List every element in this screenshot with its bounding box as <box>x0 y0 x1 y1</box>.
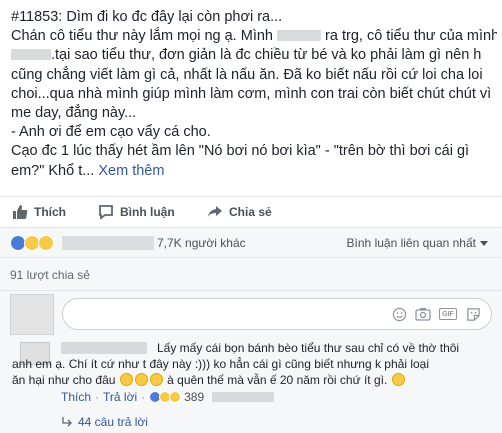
post-action-bar: Thích Bình luận Chia sẻ <box>0 196 502 228</box>
comment-line-3: ăn hại như cho đâu à quên thế mà vẫn ế 2… <box>12 372 492 388</box>
post-line-3: .tại sao tiểu thư, đơn giản là đc chiều … <box>11 46 497 65</box>
avatar <box>10 294 54 335</box>
laughing-emoji-icon <box>149 373 163 386</box>
comment-order-dropdown[interactable]: Bình luận liên quan nhất <box>347 236 488 250</box>
replies-count: 44 câu trả lời <box>78 415 148 429</box>
post-line-4: cũng chẳng viết làm gì cả, nhất là nấu ă… <box>11 66 483 83</box>
see-more-link[interactable]: Xem thêm <box>98 163 164 179</box>
thumbs-up-icon <box>13 205 28 219</box>
post-body: #11853: Dìm đi ko đc đây lại còn phơi ra… <box>11 8 497 181</box>
comment-meta: Thích · Trả lời · 389 <box>61 390 275 404</box>
blurred-reactor-names <box>62 236 154 250</box>
comment-reply-button[interactable]: Trả lời <box>103 390 137 404</box>
caret-down-icon <box>480 241 488 246</box>
share-arrow-icon <box>208 206 222 217</box>
laughing-emoji-icon <box>134 373 148 386</box>
post-line-9: em?" Khổ t... Xem thêm <box>11 162 165 179</box>
sticker-icon[interactable] <box>465 306 481 322</box>
comment-order-label: Bình luận liên quan nhất <box>346 236 476 250</box>
comment-composer: GIF <box>0 291 502 337</box>
shares-bar: 91 lượt chia sẻ <box>0 258 502 291</box>
replies-bar: 44 câu trả lời <box>0 411 502 433</box>
share-count[interactable]: 91 lượt chia sẻ <box>10 268 90 282</box>
comment-line-2: anh em ạ. Chí ít cứ như t đây này :))) k… <box>12 357 429 371</box>
comment-text: Lấy mấy cái bọn bánh bèo tiểu thư sau ch… <box>12 340 492 388</box>
reaction-count[interactable]: 7,7K người khác <box>157 236 246 250</box>
comment-button[interactable]: Bình luận <box>98 197 175 227</box>
post-line-5: choi...qua nhà mình giúp mình làm cơm, m… <box>11 85 492 102</box>
composer-icons: GIF <box>391 306 481 322</box>
comment-bubble-icon <box>99 205 113 220</box>
like-label: Thích <box>34 205 66 219</box>
like-button[interactable]: Thích <box>12 197 66 227</box>
reply-arrow-icon <box>62 417 72 427</box>
post-line-7: - Anh ơi để em cạo vẩy cá cho. <box>11 124 211 141</box>
gif-icon[interactable]: GIF <box>439 308 457 320</box>
post-line-6: me day, đẳng này... <box>11 104 137 121</box>
comment-input[interactable]: GIF <box>62 298 492 330</box>
reactions-bar: 7,7K người khác Bình luận liên quan nhất <box>0 228 502 258</box>
post-line-1: #11853: Dìm đi ko đc đây lại còn phơi ra… <box>11 9 283 25</box>
comment-line-1: Lấy mấy cái bọn bánh bèo tiểu thư sau ch… <box>157 341 460 355</box>
comment-like-button[interactable]: Thích <box>61 390 91 404</box>
post-line-2: Chán cô tiểu thư này lắm mọi ng ạ. Mình … <box>11 28 497 45</box>
share-button[interactable]: Chia sẻ <box>207 197 272 227</box>
wow-reaction-icon[interactable] <box>38 235 54 251</box>
sad-reaction-icon <box>169 391 182 403</box>
camera-icon[interactable] <box>415 306 431 322</box>
laughing-emoji-icon <box>119 373 133 386</box>
laughing-emoji-icon <box>391 373 405 386</box>
comment-reaction-count[interactable]: 389 <box>184 390 204 404</box>
blurred-text <box>11 49 51 61</box>
blurred-timestamp <box>212 392 275 402</box>
post-line-8: Cạo đc 1 lúc thấy hét ầm lên "Nó bơi nó … <box>11 143 470 160</box>
view-replies-link[interactable]: 44 câu trả lời <box>62 415 148 429</box>
comment-label: Bình luận <box>120 205 175 219</box>
comment-item: Lấy mấy cái bọn bánh bèo tiểu thư sau ch… <box>0 337 502 411</box>
emoji-icon[interactable] <box>391 306 407 322</box>
blurred-name <box>277 30 322 42</box>
share-label: Chia sẻ <box>229 205 272 219</box>
